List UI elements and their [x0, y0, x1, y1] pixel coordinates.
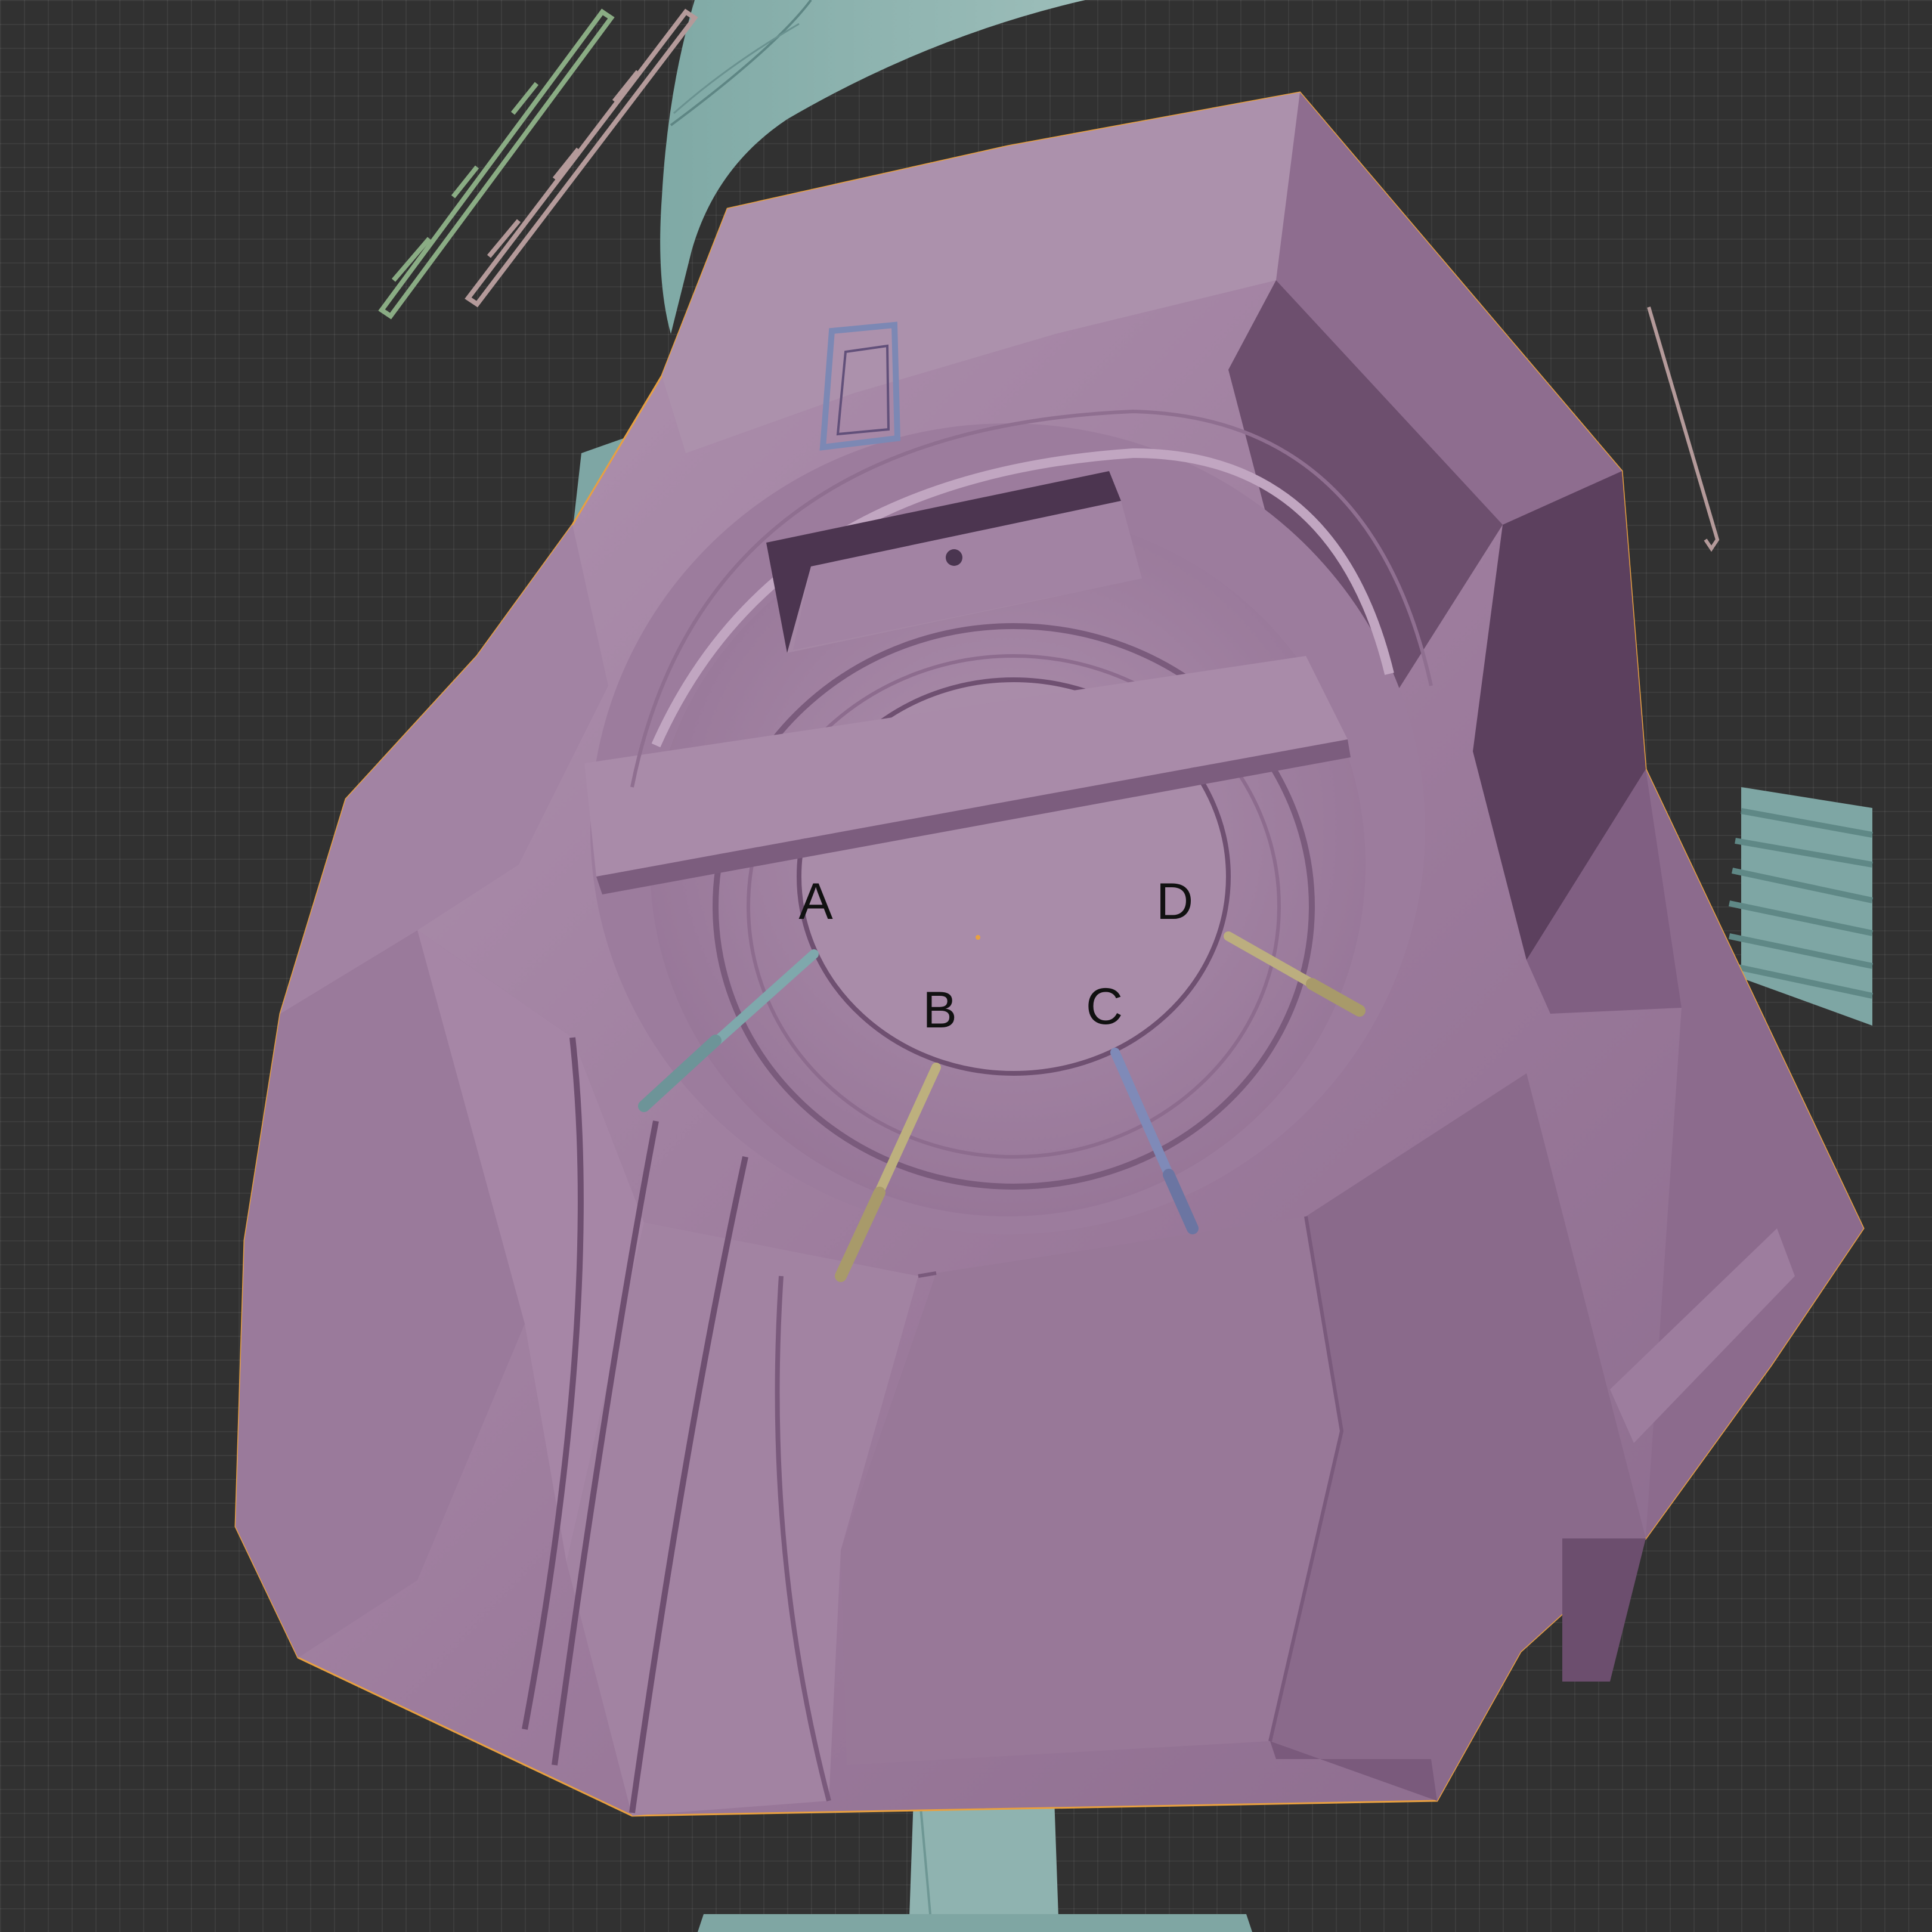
object-origin-marker	[976, 935, 980, 940]
label-d: D	[1156, 873, 1194, 930]
label-a: A	[798, 873, 833, 930]
label-c: C	[1085, 978, 1123, 1035]
scene-render[interactable]	[0, 0, 1932, 1932]
stray-pin-right[interactable]	[1647, 306, 1720, 552]
3d-viewport[interactable]: A B C D	[0, 0, 1932, 1932]
label-b: B	[922, 982, 957, 1039]
stray-rail-green[interactable]	[378, 8, 615, 320]
